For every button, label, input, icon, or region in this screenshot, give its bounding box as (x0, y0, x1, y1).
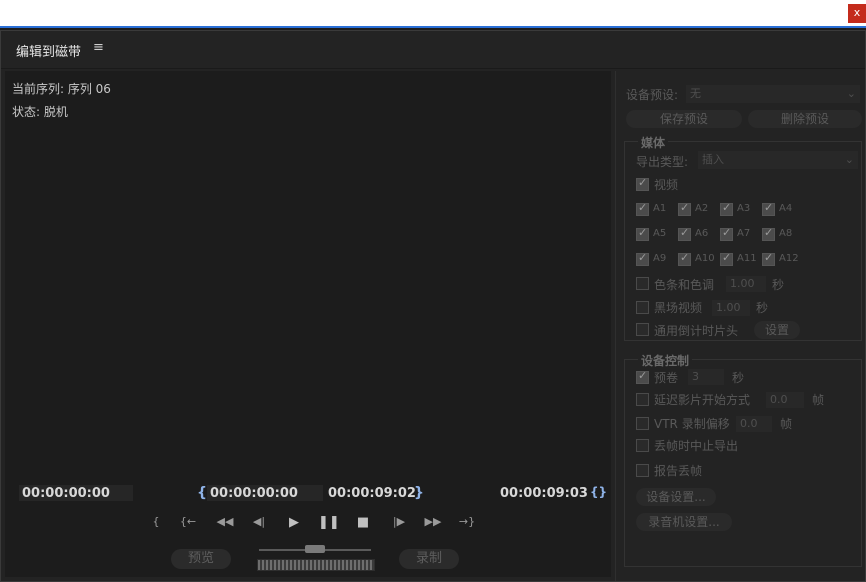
vtr-offset-checkbox[interactable] (636, 417, 649, 430)
export-type-value: 插入 (702, 153, 724, 166)
vtr-frames-unit: 帧 (780, 417, 793, 431)
audio-a9-checkbox[interactable] (636, 251, 649, 266)
video-label: 视频 (654, 178, 679, 192)
audio-a11-label: A11 (737, 253, 757, 264)
in-point-timecode[interactable]: 00:00:00:00 (210, 486, 298, 501)
color-bars-label: 色条和色调 (654, 278, 715, 292)
delay-movie-start-checkbox[interactable] (636, 393, 649, 406)
delay-frames-unit: 帧 (812, 393, 825, 407)
record-button[interactable]: 录制 (399, 549, 459, 569)
device-preset-value: 无 (690, 87, 701, 100)
chevron-down-icon: ⌄ (844, 153, 854, 166)
audio-a6-checkbox[interactable] (678, 226, 691, 241)
black-video-checkbox[interactable] (636, 301, 649, 314)
stop-button[interactable]: ■ (353, 515, 373, 530)
go-to-out-button[interactable]: →} (457, 515, 477, 528)
audio-a12-label: A12 (779, 253, 799, 264)
save-preset-button[interactable]: 保存预设 (626, 110, 742, 128)
close-button[interactable]: x (848, 4, 866, 23)
export-type-select[interactable]: 插入 ⌄ (698, 151, 858, 169)
preview-button[interactable]: 预览 (171, 549, 231, 569)
audio-a4-label: A4 (779, 203, 793, 214)
out-point-icon: } (414, 485, 424, 501)
edit-to-tape-window: 编辑到磁带 ≡ 当前序列: 序列 06 状态: 脱机 00:00:00:00 {… (0, 30, 866, 582)
preroll-checkbox[interactable] (636, 369, 649, 384)
color-bars-seconds-unit: 秒 (772, 278, 785, 292)
audio-a12-checkbox[interactable] (762, 251, 775, 266)
out-point-timecode[interactable]: 00:00:09:02 (328, 486, 416, 501)
monitor-area: 当前序列: 序列 06 状态: 脱机 00:00:00:00 { 00:00:0… (5, 71, 611, 577)
sequence-label: 当前序列: 序列 06 (12, 82, 111, 96)
audio-a3-label: A3 (737, 203, 751, 214)
audio-a1-checkbox[interactable] (636, 201, 649, 216)
panel-header: 编辑到磁带 ≡ (1, 31, 865, 69)
recorder-settings-button[interactable]: 录音机设置... (636, 513, 732, 531)
settings-panel: 设备预设: 无 ⌄ 保存预设 删除预设 媒体 导出类型: 插入 ⌄ 视频 A1 … (615, 71, 865, 581)
countdown-checkbox[interactable] (636, 323, 649, 336)
title-bar: x (0, 0, 866, 28)
chevron-down-icon: ⌄ (846, 87, 856, 100)
vtr-offset-label: VTR 录制偏移 (654, 417, 730, 431)
status-label: 状态: 脱机 (12, 105, 68, 119)
audio-a5-checkbox[interactable] (636, 226, 649, 241)
report-dropped-frames-label: 报告丢帧 (654, 464, 703, 478)
pause-button[interactable]: ❚❚ (318, 515, 340, 530)
audio-a7-checkbox[interactable] (720, 226, 733, 241)
video-checkbox[interactable] (636, 176, 649, 191)
export-type-label: 导出类型: (636, 155, 689, 169)
go-to-in-button[interactable]: {← (178, 515, 198, 528)
audio-a6-label: A6 (695, 228, 709, 239)
delay-movie-start-input[interactable]: 0.0 (766, 392, 804, 408)
audio-a10-label: A10 (695, 253, 715, 264)
black-video-label: 黑场视频 (654, 301, 703, 315)
device-settings-button[interactable]: 设备设置... (636, 488, 716, 506)
audio-a8-label: A8 (779, 228, 793, 239)
duration-timecode[interactable]: 00:00:09:03 (500, 486, 588, 501)
audio-a1-label: A1 (653, 203, 667, 214)
abort-on-dropped-frames-checkbox[interactable] (636, 439, 649, 452)
countdown-label: 通用倒计时片头 (654, 324, 739, 338)
preroll-seconds-unit: 秒 (732, 371, 745, 385)
black-video-seconds-unit: 秒 (756, 301, 769, 315)
step-forward-button[interactable]: |▶ (389, 515, 409, 528)
audio-a2-label: A2 (695, 203, 709, 214)
device-preset-label: 设备预设: (626, 88, 679, 102)
preroll-input[interactable]: 3 (688, 369, 724, 385)
panel-menu-icon[interactable]: ≡ (93, 40, 104, 55)
preroll-label: 预卷 (654, 371, 679, 385)
current-timecode[interactable]: 00:00:00:00 (22, 486, 110, 501)
color-bars-checkbox[interactable] (636, 277, 649, 290)
step-back-button[interactable]: ◀| (249, 515, 269, 528)
delete-preset-button[interactable]: 删除预设 (748, 110, 862, 128)
audio-a5-label: A5 (653, 228, 667, 239)
delay-movie-start-label: 延迟影片开始方式 (654, 393, 751, 407)
color-bars-duration-input[interactable]: 1.00 (726, 276, 766, 292)
vtr-offset-input[interactable]: 0.0 (736, 416, 772, 432)
audio-a4-checkbox[interactable] (762, 201, 775, 216)
jog-wheel[interactable] (257, 559, 375, 571)
device-preset-select[interactable]: 无 ⌄ (686, 85, 860, 103)
audio-a10-checkbox[interactable] (678, 251, 691, 266)
device-control-title: 设备控制 (638, 352, 693, 369)
media-section-title: 媒体 (638, 134, 669, 151)
audio-a3-checkbox[interactable] (720, 201, 733, 216)
audio-a8-checkbox[interactable] (762, 226, 775, 241)
audio-a2-checkbox[interactable] (678, 201, 691, 216)
audio-a11-checkbox[interactable] (720, 251, 733, 266)
rewind-button[interactable]: ◀◀ (215, 515, 235, 528)
audio-a9-label: A9 (653, 253, 667, 264)
abort-on-dropped-frames-label: 丢帧时中止导出 (654, 439, 739, 453)
shuttle-slider[interactable] (305, 545, 325, 553)
play-button[interactable]: ▶ (284, 515, 304, 530)
in-out-icon: {} (590, 485, 608, 499)
audio-a7-label: A7 (737, 228, 751, 239)
mark-in-button[interactable]: { (146, 515, 166, 528)
panel-title: 编辑到磁带 (16, 45, 82, 60)
report-dropped-frames-checkbox[interactable] (636, 464, 649, 477)
countdown-settings-button[interactable]: 设置 (754, 321, 800, 339)
fast-forward-button[interactable]: ▶▶ (423, 515, 443, 528)
in-point-icon: { (197, 485, 207, 501)
black-video-duration-input[interactable]: 1.00 (712, 300, 750, 316)
